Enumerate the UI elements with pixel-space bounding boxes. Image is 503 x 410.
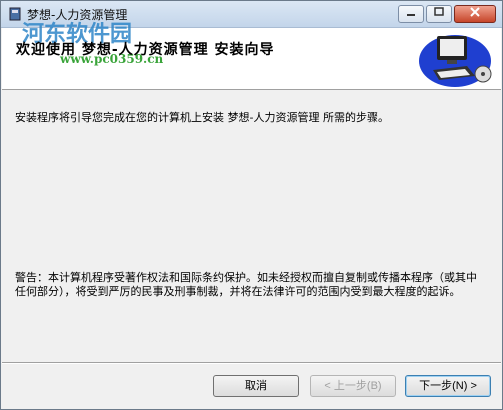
wizard-heading: 欢迎使用 梦想-人力资源管理 安装向导 [16, 42, 275, 58]
window-controls [398, 5, 496, 23]
copyright-warning: 警告：本计算机程序受著作权法和国际条约保护。如未经授权而擅自复制或传播本程序（或… [15, 271, 477, 298]
installer-app-icon [9, 7, 21, 21]
close-button[interactable] [454, 5, 496, 23]
cancel-button[interactable]: 取消 [213, 375, 299, 397]
close-icon [470, 7, 480, 17]
maximize-button[interactable] [426, 5, 452, 23]
next-button[interactable]: 下一步(N) > [405, 375, 491, 397]
minimize-button[interactable] [398, 5, 424, 23]
computer-icon [419, 35, 492, 87]
button-separator [2, 362, 501, 364]
installer-window: 梦想-人力资源管理 河东软件园 www.pc0359.cn 欢迎使用 梦想-人力… [0, 0, 503, 410]
intro-text: 安装程序将引导您完成在您的计算机上安装 梦想-人力资源管理 所需的步骤。 [15, 111, 389, 124]
maximize-icon [434, 7, 444, 16]
wizard-banner: 河东软件园 www.pc0359.cn 欢迎使用 梦想-人力资源管理 安装向导 [2, 21, 501, 90]
back-button[interactable]: < 上一步(B) [310, 375, 396, 397]
minimize-icon [407, 14, 415, 16]
